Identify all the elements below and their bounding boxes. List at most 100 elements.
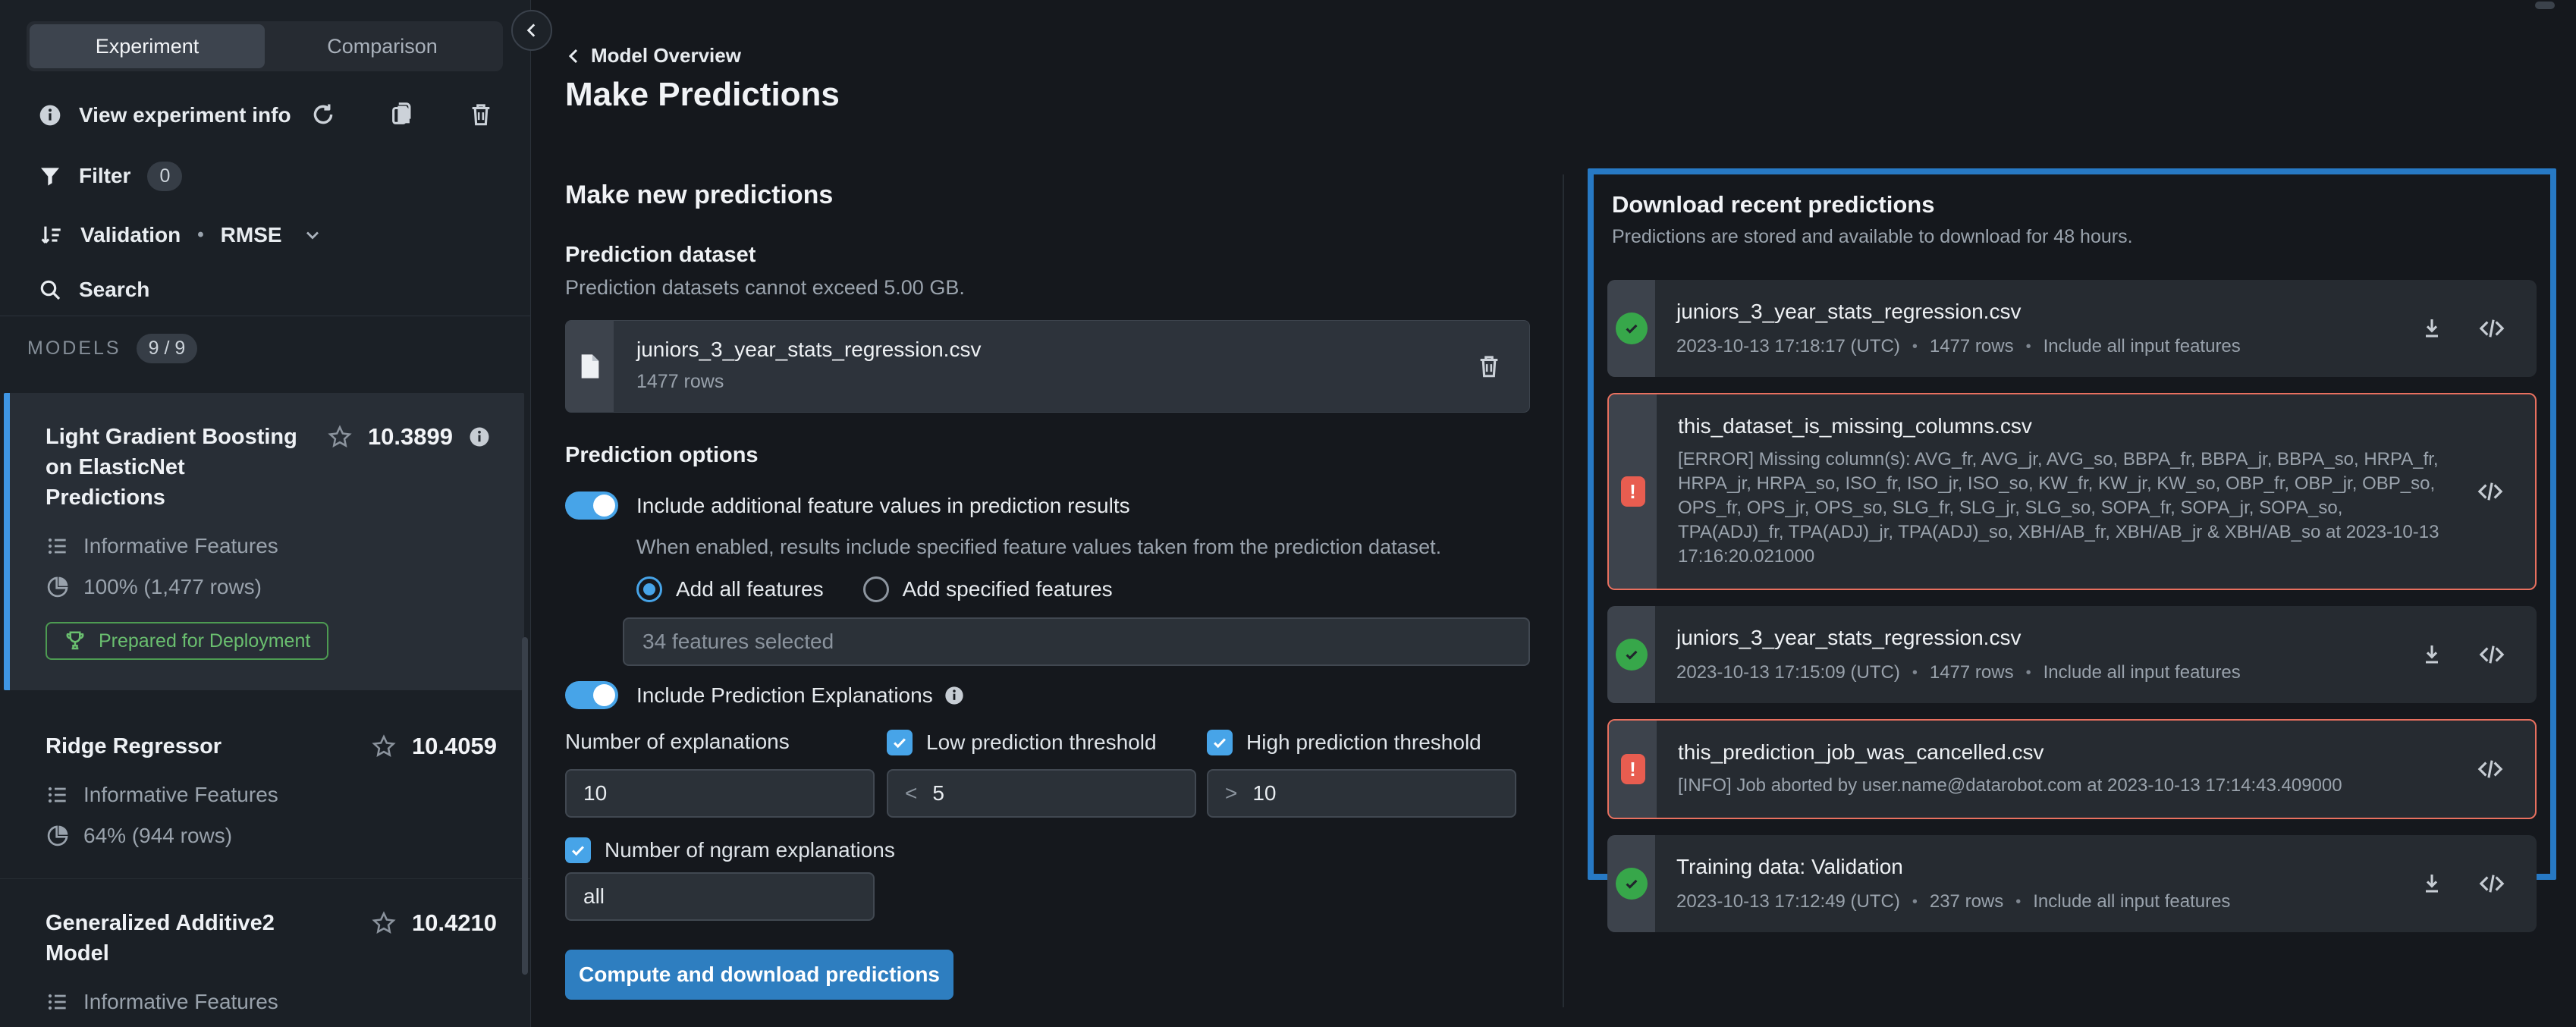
feature-scope-radios: Add all features Add specified features (636, 576, 1113, 602)
sidebar: Experiment Comparison View experiment in… (0, 0, 531, 1027)
model-name: Generalized Additive2 Model (46, 908, 371, 969)
code-icon[interactable] (2477, 479, 2503, 504)
app-window: Experiment Comparison View experiment in… (0, 0, 2576, 1027)
include-explanations-toggle-row: Include Prediction Explanations (565, 681, 965, 709)
low-threshold-value: 5 (932, 781, 944, 806)
features-select[interactable]: 34 features selected (623, 617, 1530, 666)
pie-icon (46, 575, 70, 599)
chevron-down-icon (302, 225, 323, 246)
code-icon[interactable] (2479, 871, 2505, 897)
prediction-info: Training data: Validation 2023-10-13 17:… (1655, 835, 2420, 932)
error-icon: ! (1621, 754, 1645, 784)
prediction-info: this_dataset_is_missing_columns.csv [ERR… (1657, 394, 2477, 589)
form-heading: Make new predictions (565, 181, 833, 210)
tab-comparison[interactable]: Comparison (265, 24, 500, 68)
prediction-item: Training data: Validation 2023-10-13 17:… (1607, 835, 2537, 932)
remove-dataset-button[interactable] (1476, 321, 1529, 412)
trash-icon[interactable] (468, 102, 494, 127)
filter-control[interactable]: Filter 0 (38, 159, 182, 193)
model-metric: 10.4210 (412, 909, 497, 937)
explanations-count-input[interactable]: 10 (565, 769, 875, 818)
status-strip (1607, 280, 1655, 377)
high-threshold-checkbox-row[interactable]: High prediction threshold (1207, 730, 1481, 755)
content-scrollbar-track[interactable] (1563, 174, 1564, 1007)
radio-add-all-features[interactable]: Add all features (636, 576, 824, 602)
page-scrollbar-thumb[interactable] (2535, 2, 2555, 9)
collapse-icon (522, 20, 542, 40)
less-than-prefix: < (905, 781, 917, 806)
sort-control[interactable]: Validation • RMSE (38, 218, 323, 252)
compute-download-button[interactable]: Compute and download predictions (565, 950, 953, 1000)
features-select-value: 34 features selected (642, 630, 834, 654)
high-threshold-input[interactable]: > 10 (1207, 769, 1516, 818)
download-icon[interactable] (2420, 316, 2444, 341)
metric-info-icon[interactable] (468, 426, 491, 448)
model-card[interactable]: Ridge Regressor 10.4059 Informative Feat… (0, 702, 530, 879)
prediction-filename: this_dataset_is_missing_columns.csv (1678, 414, 2462, 438)
download-recent-predictions-panel: Download recent predictions Predictions … (1588, 168, 2556, 880)
collapse-sidebar-button[interactable] (511, 10, 552, 51)
filter-label: Filter (79, 164, 130, 188)
star-icon[interactable] (371, 910, 397, 936)
status-strip (1607, 606, 1655, 703)
prediction-error-detail: [ERROR] Missing column(s): AVG_fr, AVG_j… (1678, 448, 2462, 569)
check-circle-icon (1616, 639, 1648, 671)
dataset-icon-strip (566, 321, 614, 412)
status-strip (1607, 835, 1655, 932)
dataset-filename: juniors_3_year_stats_regression.csv (636, 338, 1476, 362)
code-icon[interactable] (2479, 316, 2505, 341)
prediction-note: Include all input features (2044, 336, 2241, 357)
prediction-filename: juniors_3_year_stats_regression.csv (1676, 300, 2405, 324)
greater-than-prefix: > (1225, 781, 1237, 806)
low-threshold-checkbox-row[interactable]: Low prediction threshold (887, 730, 1157, 755)
model-card[interactable]: Generalized Additive2 Model 10.4210 Info… (0, 879, 530, 1027)
include-explanations-toggle[interactable] (565, 681, 618, 709)
view-experiment-info-label: View experiment info (79, 103, 291, 127)
code-icon[interactable] (2477, 756, 2503, 782)
prediction-timestamp: 2023-10-13 17:12:49 (UTC) (1676, 891, 1900, 912)
recent-predictions-list: juniors_3_year_stats_regression.csv 2023… (1607, 280, 2537, 932)
sidebar-scrollbar[interactable] (522, 637, 528, 975)
include-features-toggle[interactable] (565, 492, 618, 520)
search-control[interactable]: Search (38, 273, 149, 306)
refresh-icon[interactable] (310, 102, 336, 127)
download-icon[interactable] (2420, 872, 2444, 896)
radio-add-specified-features[interactable]: Add specified features (863, 576, 1113, 602)
deploy-badge-label: Prepared for Deployment (99, 630, 310, 652)
ngram-checkbox[interactable] (565, 837, 591, 863)
prediction-item-error: ! this_prediction_job_was_cancelled.csv … (1607, 719, 2537, 819)
low-threshold-label: Low prediction threshold (926, 730, 1157, 755)
low-threshold-input[interactable]: < 5 (887, 769, 1196, 818)
low-threshold-checkbox[interactable] (887, 730, 913, 755)
download-icon[interactable] (2420, 642, 2444, 667)
filter-count-badge: 0 (147, 162, 182, 191)
ngram-input[interactable]: all (565, 872, 875, 921)
star-icon[interactable] (327, 424, 353, 450)
prediction-note: Include all input features (2044, 662, 2241, 683)
sort-separator: • (197, 225, 203, 246)
copy-icon[interactable] (389, 102, 415, 127)
feature-list-label: Informative Features (83, 783, 278, 807)
meta-separator: • (1912, 894, 1918, 911)
feature-list-icon (46, 534, 70, 558)
prediction-filename: this_prediction_job_was_cancelled.csv (1678, 740, 2462, 765)
main-content: Model Overview Make Predictions Make new… (532, 0, 2576, 1027)
prediction-timestamp: 2023-10-13 17:15:09 (UTC) (1676, 662, 1900, 683)
prediction-rowcount: 237 rows (1930, 891, 2003, 912)
filter-icon (38, 164, 62, 188)
experiment-actions (310, 102, 494, 127)
tab-experiment[interactable]: Experiment (30, 24, 265, 68)
meta-separator: • (1912, 338, 1918, 356)
code-icon[interactable] (2479, 642, 2505, 667)
dataset-note: Prediction datasets cannot exceed 5.00 G… (565, 276, 965, 300)
model-card-selected[interactable]: Light Gradient Boosting on ElasticNet Pr… (4, 393, 524, 690)
view-experiment-info[interactable]: View experiment info (38, 99, 291, 132)
ngram-checkbox-row[interactable]: Number of ngram explanations (565, 837, 895, 863)
status-strip: ! (1609, 394, 1657, 589)
breadcrumb[interactable]: Model Overview (565, 44, 741, 68)
info-icon[interactable] (944, 685, 965, 706)
search-label: Search (79, 278, 149, 302)
prediction-item: juniors_3_year_stats_regression.csv 2023… (1607, 606, 2537, 703)
star-icon[interactable] (371, 733, 397, 759)
high-threshold-checkbox[interactable] (1207, 730, 1233, 755)
